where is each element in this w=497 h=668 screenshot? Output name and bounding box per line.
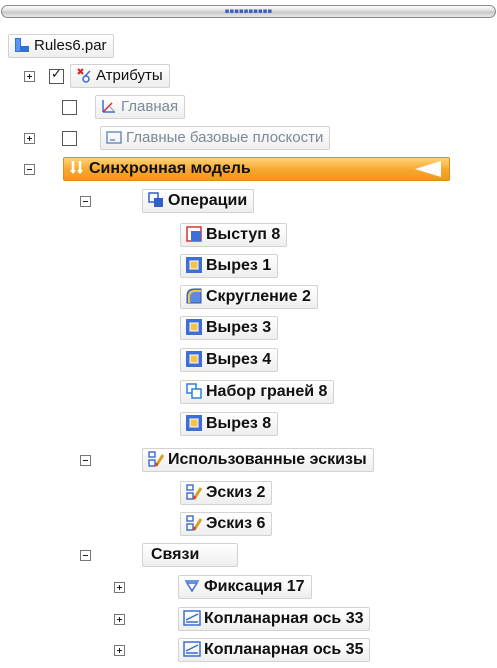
operation-label: Вырез 3 bbox=[206, 319, 272, 336]
tree-label-root[interactable]: Rules6.par bbox=[8, 34, 114, 58]
main-label: Главная bbox=[121, 98, 179, 115]
expand-relation-button[interactable] bbox=[114, 614, 125, 625]
face-set-icon bbox=[185, 382, 203, 400]
tree-label-sync-model[interactable]: Синхронная модель bbox=[63, 157, 450, 181]
operation-label: Выступ 8 bbox=[206, 226, 281, 243]
sync-model-label: Синхронная модель bbox=[89, 160, 251, 177]
expand-attributes-button[interactable] bbox=[24, 71, 35, 82]
grip-handle-icon[interactable]: ▪▪▪▪▪▪▪▪▪▪ bbox=[225, 8, 272, 15]
collapse-relations-button[interactable] bbox=[80, 550, 91, 561]
collapse-sync-model-button[interactable] bbox=[24, 164, 35, 175]
sketch-label: Эскиз 2 bbox=[206, 484, 266, 501]
tree-label-sketch[interactable]: Эскиз 6 bbox=[180, 512, 273, 536]
tree-label-operation[interactable]: Выступ 8 bbox=[180, 223, 288, 247]
expand-base-planes-button[interactable] bbox=[24, 133, 35, 144]
tree-label-attributes[interactable]: Атрибуты bbox=[70, 64, 170, 88]
coordinate-system-icon bbox=[100, 97, 118, 115]
attributes-icon bbox=[75, 66, 93, 84]
cutout-icon bbox=[185, 318, 203, 336]
tree-label-sketch[interactable]: Эскиз 2 bbox=[180, 481, 273, 505]
main-checkbox[interactable] bbox=[62, 100, 77, 115]
operation-label: Вырез 8 bbox=[206, 415, 272, 432]
tree-label-operations[interactable]: Операции bbox=[142, 189, 255, 213]
tree-label-operation[interactable]: Набор граней 8 bbox=[180, 380, 335, 404]
coplanar-axis-icon bbox=[183, 609, 201, 627]
plane-icon bbox=[105, 128, 123, 146]
tree-label-operation[interactable]: Вырез 4 bbox=[180, 348, 279, 372]
sketch-icon bbox=[147, 450, 165, 468]
attributes-label: Атрибуты bbox=[96, 67, 163, 84]
tree-label-operation[interactable]: Вырез 8 bbox=[180, 412, 279, 436]
sketch-icon bbox=[185, 483, 203, 501]
tree-label-base-planes[interactable]: Главные базовые плоскости bbox=[100, 126, 331, 150]
relation-label: Фиксация 17 bbox=[204, 578, 305, 595]
operation-label: Набор граней 8 bbox=[206, 383, 328, 400]
relation-label: Копланарная ось 35 bbox=[204, 641, 364, 658]
tree-label-relation[interactable]: Копланарная ось 33 bbox=[178, 607, 371, 631]
expand-relation-button[interactable] bbox=[114, 582, 125, 593]
operation-label: Вырез 1 bbox=[206, 257, 272, 274]
fix-icon bbox=[183, 577, 201, 595]
sketch-label: Эскиз 6 bbox=[206, 515, 266, 532]
tree-label-main[interactable]: Главная bbox=[95, 95, 186, 119]
base-planes-checkbox[interactable] bbox=[62, 131, 77, 146]
used-sketches-label: Использованные эскизы bbox=[168, 451, 367, 468]
root-label: Rules6.par bbox=[34, 37, 107, 54]
synchronous-icon bbox=[68, 159, 86, 177]
protrusion-icon bbox=[185, 225, 203, 243]
round-icon bbox=[185, 287, 203, 305]
coplanar-axis-icon bbox=[183, 640, 201, 658]
tree-label-relation[interactable]: Фиксация 17 bbox=[178, 575, 312, 599]
cutout-icon bbox=[185, 350, 203, 368]
part-file-icon bbox=[13, 36, 31, 54]
relation-label: Копланарная ось 33 bbox=[204, 610, 364, 627]
tree-label-relations[interactable]: Связи bbox=[142, 543, 238, 567]
tree-label-relation[interactable]: Копланарная ось 35 bbox=[178, 638, 371, 662]
tree-label-operation[interactable]: Скругление 2 bbox=[180, 285, 318, 309]
sketch-icon bbox=[185, 514, 203, 532]
features-icon bbox=[147, 191, 165, 209]
operation-label: Скругление 2 bbox=[206, 288, 311, 305]
checkmark-icon: ✓ bbox=[51, 67, 62, 82]
operation-label: Вырез 4 bbox=[206, 351, 272, 368]
operations-label: Операции bbox=[168, 192, 248, 209]
cutout-icon bbox=[185, 256, 203, 274]
collapse-used-sketches-button[interactable] bbox=[80, 455, 91, 466]
tree-label-used-sketches[interactable]: Использованные эскизы bbox=[142, 448, 374, 472]
base-planes-label: Главные базовые плоскости bbox=[126, 129, 324, 146]
relations-label: Связи bbox=[151, 546, 200, 563]
expand-relation-button[interactable] bbox=[114, 645, 125, 656]
tree-label-operation[interactable]: Вырез 1 bbox=[180, 254, 279, 278]
pane-title-bar[interactable]: ▪▪▪▪▪▪▪▪▪▪ bbox=[0, 5, 497, 18]
cutout-icon bbox=[185, 414, 203, 432]
collapse-operations-button[interactable] bbox=[80, 196, 91, 207]
pointer-flag-icon bbox=[415, 161, 441, 177]
tree-label-operation[interactable]: Вырез 3 bbox=[180, 316, 279, 340]
attributes-checkbox[interactable]: ✓ bbox=[49, 67, 64, 84]
